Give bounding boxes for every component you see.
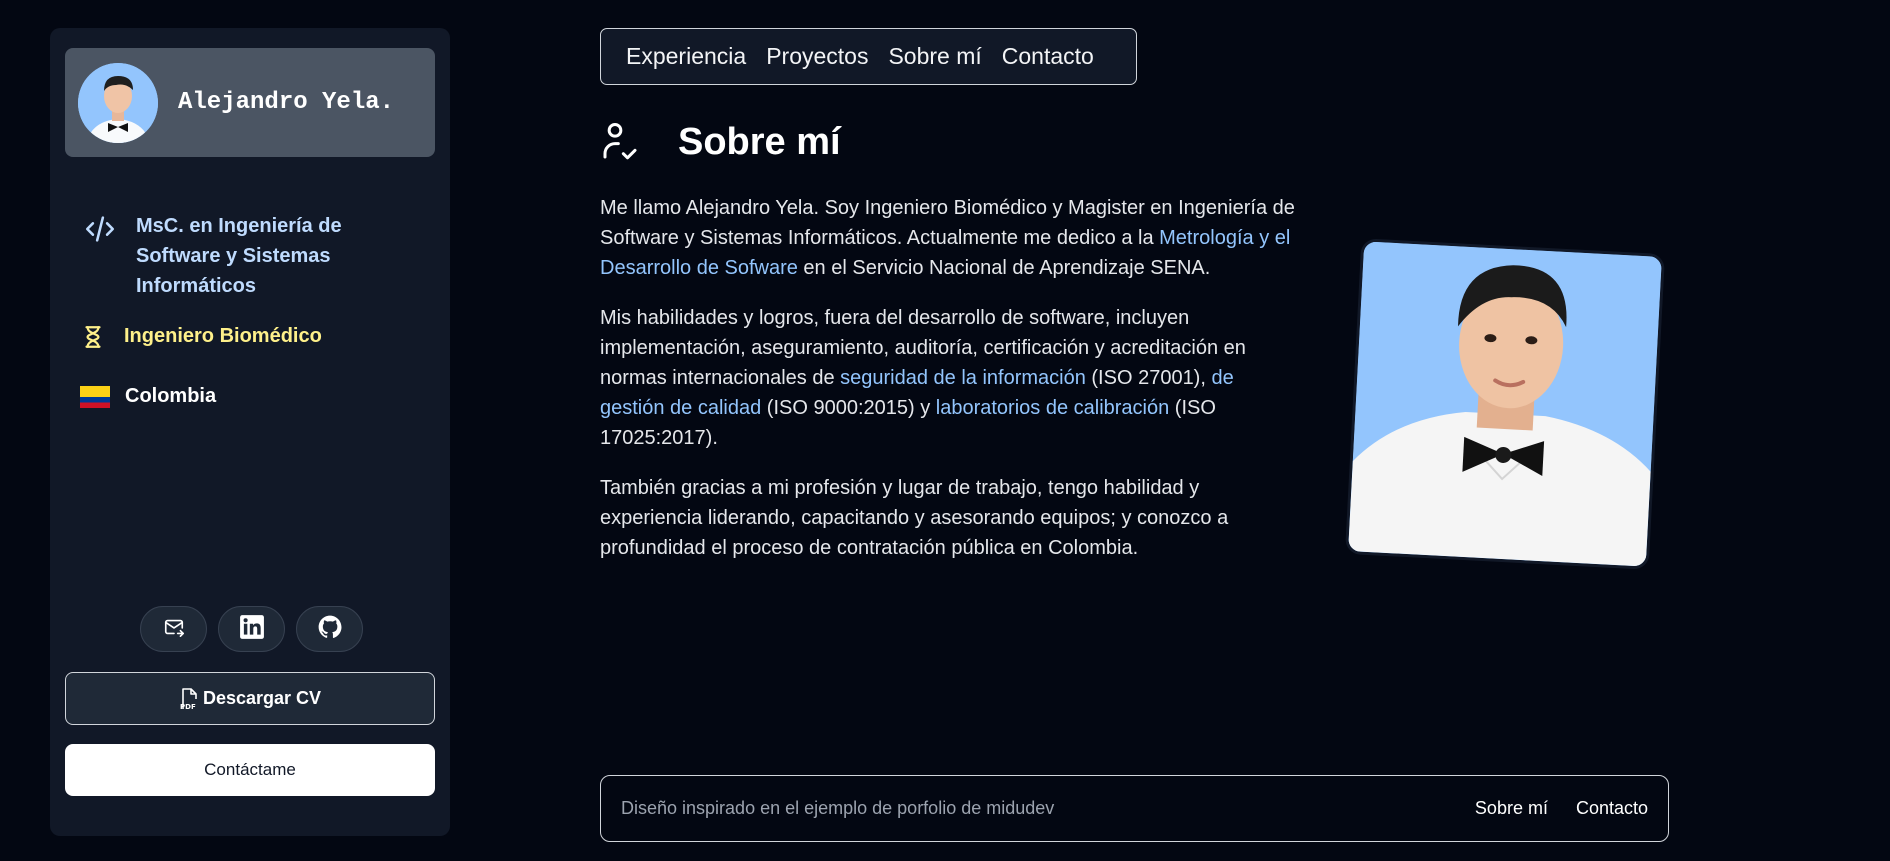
footer-link-contacto[interactable]: Contacto	[1576, 798, 1648, 819]
colombia-flag-icon	[79, 385, 110, 409]
about-header: Sobre mí	[600, 120, 841, 164]
nav-proyectos[interactable]: Proyectos	[766, 43, 868, 70]
country-item: Colombia	[79, 381, 216, 411]
nav-contacto[interactable]: Contacto	[1002, 43, 1094, 70]
sidebar: Alejandro Yela. MsC. en Ingeniería de So…	[50, 28, 450, 836]
github-button[interactable]	[296, 606, 363, 652]
download-cv-button[interactable]: PDF Descargar CV	[65, 672, 435, 725]
social-links	[140, 606, 363, 652]
footer-link-sobre-mi[interactable]: Sobre mí	[1475, 798, 1548, 819]
degree-text: MsC. en Ingeniería de Software y Sistema…	[136, 215, 342, 297]
footer: Diseño inspirado en el ejemplo de porfol…	[600, 775, 1669, 842]
about-paragraph-2: Mis habilidades y logros, fuera del desa…	[600, 303, 1300, 453]
about-text-span: (ISO 27001),	[1085, 367, 1212, 389]
profile-photo	[1348, 241, 1662, 567]
footer-credit: Diseño inspirado en el ejemplo de porfol…	[621, 798, 1055, 818]
about-text: Me llamo Alejandro Yela. Soy Ingeniero B…	[600, 193, 1300, 583]
about-text-span: (ISO 9000:2015) y	[761, 397, 936, 419]
about-paragraph-3: También gracias a mi profesión y lugar d…	[600, 477, 1229, 559]
email-button[interactable]	[140, 606, 207, 652]
svg-text:PDF: PDF	[180, 703, 196, 711]
profile-name: Alejandro Yela.	[178, 89, 395, 116]
avatar	[78, 62, 158, 143]
about-paragraph-1: Me llamo Alejandro Yela. Soy Ingeniero B…	[600, 193, 1300, 283]
download-cv-label: Descargar CV	[202, 688, 322, 708]
nav-experiencia[interactable]: Experiencia	[626, 43, 746, 70]
dna-icon	[78, 322, 108, 352]
infosec-link[interactable]: seguridad de la información	[840, 367, 1086, 389]
degree-item: MsC. en Ingeniería de Software y Sistema…	[82, 211, 366, 301]
country-text: Colombia	[125, 385, 217, 407]
pdf-file-icon: PDF	[179, 687, 199, 711]
footer-links: Sobre mí Contacto	[1475, 798, 1648, 819]
contact-me-button[interactable]: Contáctame	[65, 744, 435, 796]
profession-item: Ingeniero Biomédico	[78, 321, 322, 352]
profile-card: Alejandro Yela.	[65, 48, 435, 157]
mail-icon	[162, 616, 186, 643]
linkedin-icon	[239, 614, 265, 645]
code-icon	[82, 211, 118, 247]
github-icon	[317, 614, 343, 645]
section-title: Sobre mí	[678, 120, 841, 163]
linkedin-button[interactable]	[218, 606, 285, 652]
about-text-span: en el Servicio Nacional de Aprendizaje S…	[797, 257, 1211, 279]
top-nav: Experiencia Proyectos Sobre mí Contacto	[600, 28, 1137, 85]
calibration-link[interactable]: laboratorios de calibración	[936, 397, 1169, 419]
profession-text: Ingeniero Biomédico	[124, 325, 322, 347]
nav-sobre-mi[interactable]: Sobre mí	[888, 43, 981, 70]
user-check-icon	[600, 120, 640, 164]
